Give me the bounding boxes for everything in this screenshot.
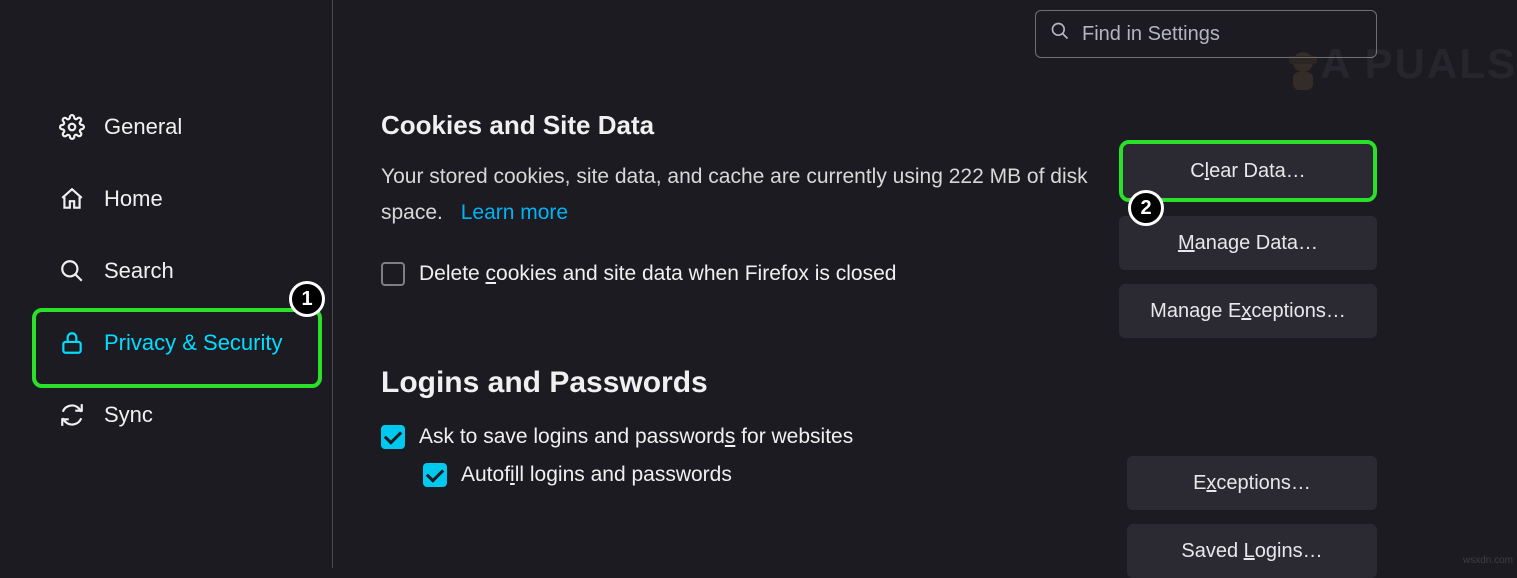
checkbox-label: Delete cookies and site data when Firefo… <box>419 262 896 286</box>
home-icon <box>58 185 86 213</box>
saved-logins-button[interactable]: Saved Logins… <box>1127 524 1377 578</box>
clear-data-button[interactable]: Clear Data… <box>1123 144 1373 198</box>
ask-save-logins[interactable]: Ask to save logins and passwords for web… <box>381 425 1477 449</box>
sidebar-item-label: Privacy & Security <box>104 330 283 356</box>
sidebar-item-general[interactable]: General <box>14 92 318 162</box>
settings-search-input[interactable] <box>1080 22 1362 47</box>
credit-text: wsxdn.com <box>1463 555 1513 566</box>
checkbox-checked-icon[interactable] <box>423 463 447 487</box>
checkbox-label: Autofill logins and passwords <box>461 463 732 487</box>
lock-icon <box>58 329 86 357</box>
sidebar-item-label: Sync <box>104 402 153 428</box>
settings-sidebar: General Home Search Privacy & Security S <box>0 0 333 568</box>
sidebar-item-sync[interactable]: Sync <box>14 380 318 450</box>
settings-search[interactable] <box>1035 10 1377 58</box>
sync-icon <box>58 401 86 429</box>
sidebar-item-privacy-security[interactable]: Privacy & Security <box>14 308 318 378</box>
sidebar-item-search[interactable]: Search <box>14 236 318 306</box>
sidebar-item-home[interactable]: Home <box>14 164 318 234</box>
logins-buttons: Exceptions… Saved Logins… <box>1127 456 1377 578</box>
cookies-heading: Cookies and Site Data <box>381 110 1477 141</box>
sidebar-item-label: Home <box>104 186 163 212</box>
gear-icon <box>58 113 86 141</box>
manage-exceptions-button[interactable]: Manage Exceptions… <box>1119 284 1377 338</box>
checkbox-label: Ask to save logins and passwords for web… <box>419 425 853 449</box>
logins-exceptions-button[interactable]: Exceptions… <box>1127 456 1377 510</box>
sidebar-item-label: General <box>104 114 182 140</box>
sidebar-item-label: Search <box>104 258 174 284</box>
annotation-highlight-2: Clear Data… <box>1119 140 1377 202</box>
cookies-description: Your stored cookies, site data, and cach… <box>381 159 1091 230</box>
search-icon <box>1050 21 1070 47</box>
manage-data-button[interactable]: Manage Data… <box>1119 216 1377 270</box>
search-icon <box>58 257 86 285</box>
cookies-buttons: Clear Data… Manage Data… Manage Exceptio… <box>1119 140 1377 338</box>
checkbox-unchecked-icon[interactable] <box>381 262 405 286</box>
checkbox-checked-icon[interactable] <box>381 425 405 449</box>
learn-more-link[interactable]: Learn more <box>461 201 568 224</box>
logins-heading: Logins and Passwords <box>381 366 1477 400</box>
settings-main: Cookies and Site Data Your stored cookie… <box>333 0 1517 568</box>
